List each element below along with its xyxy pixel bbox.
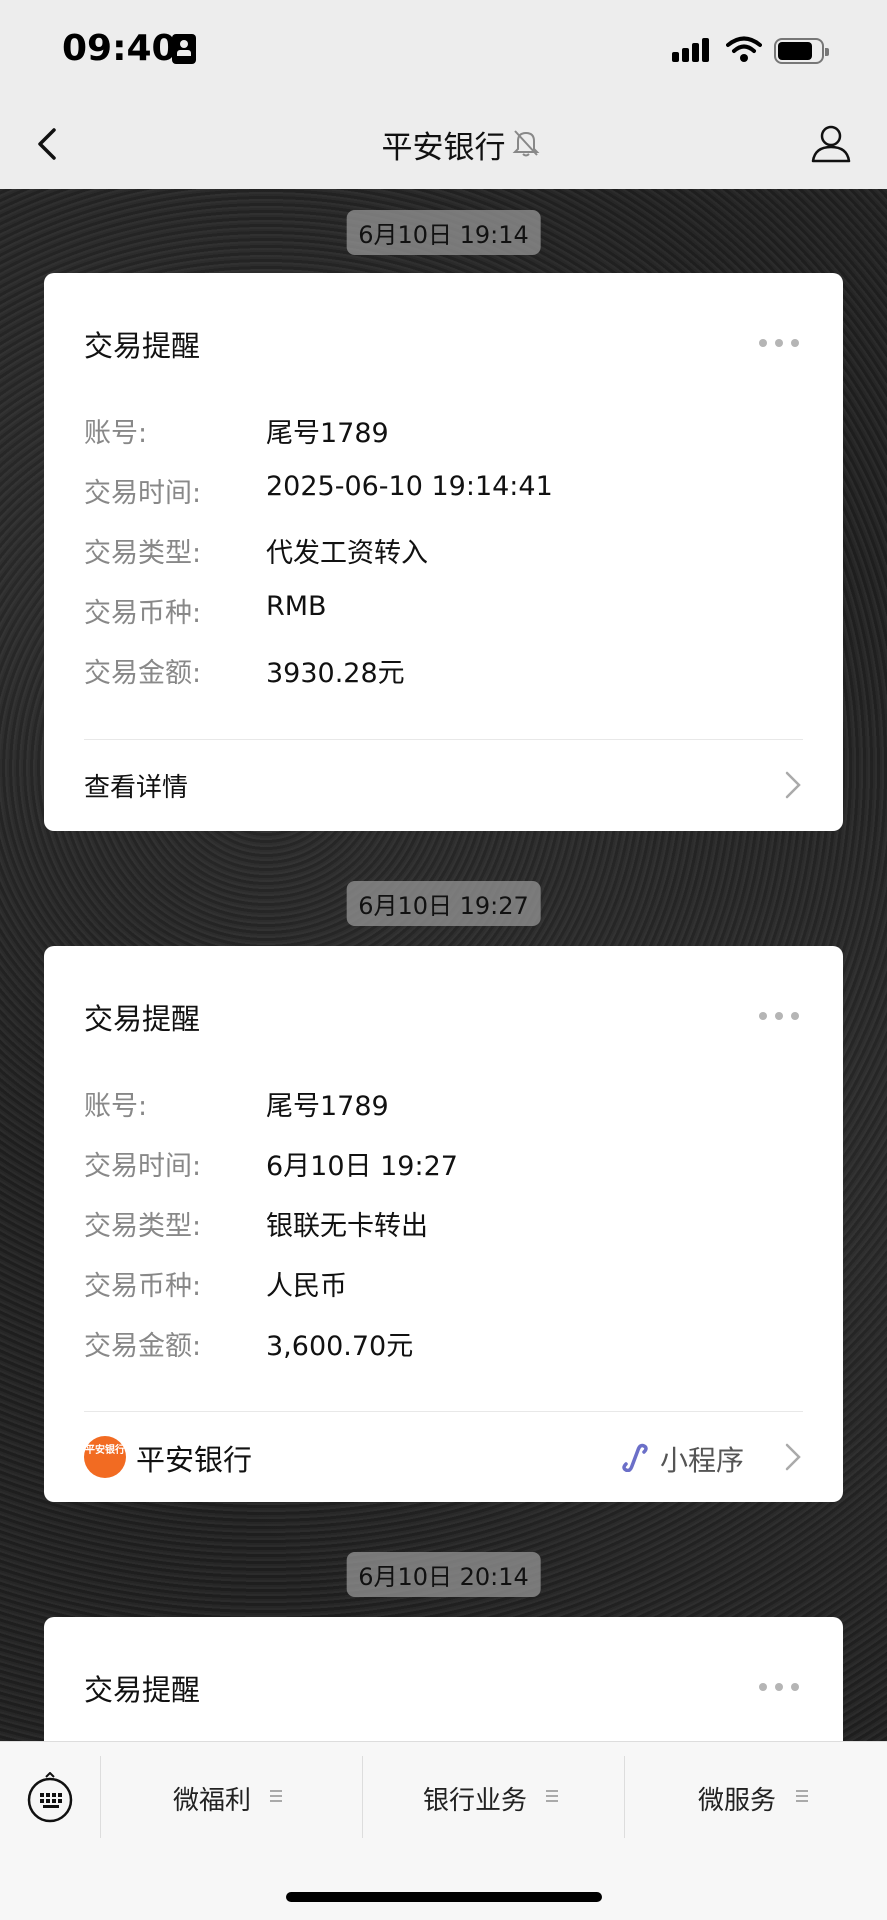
cellular-signal-icon <box>672 38 712 62</box>
info-row: 交易金额: 3930.28元 <box>84 658 405 689</box>
profile-icon[interactable] <box>810 122 852 164</box>
info-row: 交易时间: 6月10日 19:27 <box>84 1151 458 1182</box>
wifi-icon <box>726 36 762 62</box>
chevron-right-icon <box>785 771 801 799</box>
card-title: 交易提醒 <box>84 1002 201 1036</box>
brand-name[interactable]: 平安银行 <box>136 1437 252 1479</box>
menu-separator <box>100 1756 101 1838</box>
chat-title: 平安银行 <box>381 130 506 166</box>
transaction-card[interactable]: 交易提醒 账号: 尾号1789 交易时间: 2025-06-10 19:14:41 … <box>44 273 843 831</box>
view-details-link[interactable]: 查看详情 <box>84 767 188 804</box>
info-row: 交易类型: 银联无卡转出 <box>84 1211 428 1242</box>
chat-header: 平安银行 <box>0 100 887 189</box>
info-row: 账号: 尾号1789 <box>84 1091 389 1122</box>
info-row: 交易币种: 人民币 <box>84 1271 347 1302</box>
submenu-icon <box>270 1790 284 1804</box>
menu-separator <box>624 1756 625 1838</box>
message-timestamp: 6月10日 20:14 <box>346 1552 541 1597</box>
card-title: 交易提醒 <box>84 1673 201 1707</box>
more-dots-icon[interactable] <box>759 339 799 349</box>
info-row: 交易币种: RMB <box>84 591 327 629</box>
mini-program-icon <box>622 1443 648 1472</box>
message-timestamp: 6月10日 19:14 <box>346 210 541 255</box>
bottom-menu-bar: 微福利 银行业务 微服务 <box>0 1741 887 1920</box>
chevron-right-icon <box>785 1443 801 1471</box>
keyboard-toggle-icon[interactable] <box>26 1772 74 1824</box>
info-row: 账号: 尾号1789 <box>84 418 389 449</box>
battery-icon <box>774 38 829 64</box>
bank-logo: 平安银行 <box>84 1436 126 1478</box>
menu-separator <box>362 1756 363 1838</box>
contact-card-icon <box>172 34 196 64</box>
divider <box>84 1411 803 1412</box>
menu-item-welfare[interactable]: 微福利 <box>173 1780 251 1817</box>
menu-item-services[interactable]: 微服务 <box>698 1780 776 1817</box>
status-bar: 09:40 <box>0 0 887 100</box>
more-dots-icon[interactable] <box>759 1683 799 1693</box>
card-title: 交易提醒 <box>84 329 201 363</box>
submenu-icon <box>796 1790 810 1804</box>
more-dots-icon[interactable] <box>759 1012 799 1022</box>
info-row: 交易金额: 3,600.70元 <box>84 1331 414 1362</box>
submenu-icon <box>546 1790 560 1804</box>
status-time: 09:40 <box>62 28 177 69</box>
menu-item-banking[interactable]: 银行业务 <box>423 1780 527 1817</box>
mini-program-label[interactable]: 小程序 <box>660 1439 744 1479</box>
transaction-card[interactable]: 交易提醒 账号: 尾号1789 交易时间: 6月10日 19:27 交易类型: 银联无… <box>44 946 843 1502</box>
info-row: 交易类型: 代发工资转入 <box>84 538 428 569</box>
divider <box>84 739 803 740</box>
info-row: 交易时间: 2025-06-10 19:14:41 <box>84 471 553 509</box>
mute-bell-icon <box>512 130 540 157</box>
home-indicator[interactable] <box>286 1892 602 1902</box>
message-timestamp: 6月10日 19:27 <box>346 881 541 926</box>
